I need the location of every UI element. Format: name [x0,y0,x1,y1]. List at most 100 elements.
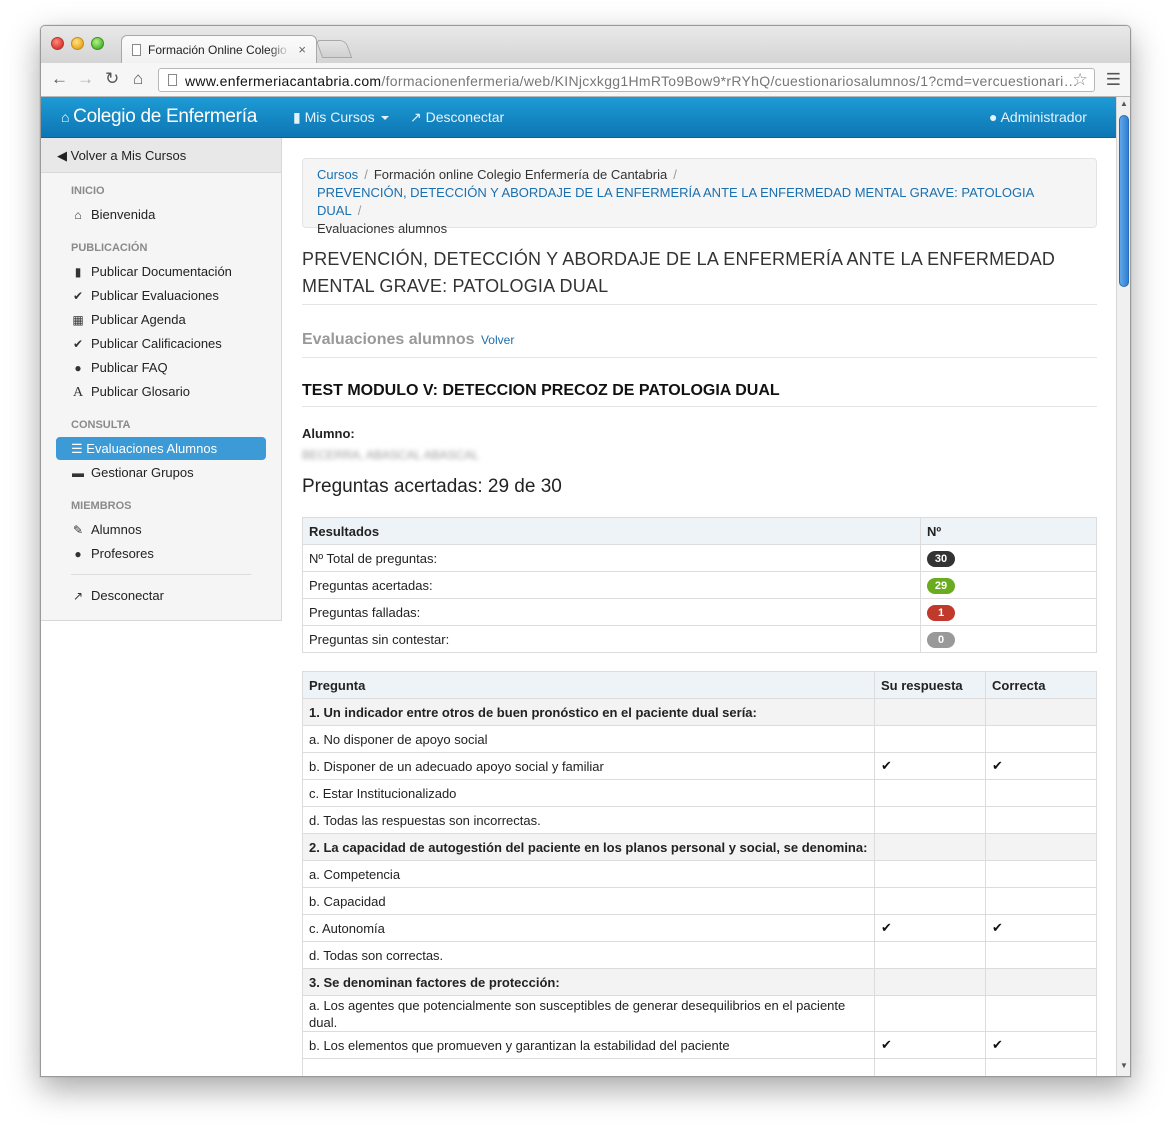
table-header: Resultados Nº [302,517,1097,545]
sidebar-item-alumnos[interactable]: ✎ Alumnos [71,522,142,537]
sidebar-item-profesores[interactable]: ● Profesores [71,546,154,561]
volver-mis-cursos-link[interactable]: ◀ Volver a Mis Cursos [41,138,281,173]
test-title: TEST MODULO V: DETECCION PRECOZ DE PATOL… [302,382,780,399]
scroll-thumb[interactable] [1119,115,1129,287]
breadcrumb-separator: / [364,167,368,182]
alumno-name: BECERRA, ABASCAL ABASCAL [302,448,479,462]
question-row: 3. Se denominan factores de protección: [302,968,1097,996]
vertical-scrollbar[interactable]: ▲ ▼ [1116,97,1130,1076]
count-badge: 29 [927,577,955,594]
question-text: 1. Un indicador entre otros de buen pron… [302,698,875,726]
top-navbar: ⌂ Colegio de Enfermería ▮ Mis Cursos ↗ De… [41,97,1118,138]
correcta-cell [985,725,1097,753]
breadcrumb-separator: / [673,167,677,182]
question-icon: ● [74,361,82,375]
sidebar-item-label: Publicar Calificaciones [91,336,222,351]
result-label: Preguntas falladas: [302,598,921,626]
table-row: Preguntas sin contestar: 0 [302,625,1097,653]
option-row: a. No disponer de apoyo social [302,725,1097,753]
sidebar-item-label: Publicar Documentación [91,264,232,279]
result-label: Nº Total de preguntas: [302,544,921,572]
option-text: b. Los elementos que promueven y garanti… [302,1031,875,1059]
sidebar-item-label: Bienvenida [91,207,156,222]
tab-strip: Formación Online Colegio de Enfermería × [41,26,1130,63]
scroll-down-icon[interactable]: ▼ [1120,1061,1128,1070]
section-publicacion: PUBLICACIÓN [71,242,148,254]
question-row: 1. Un indicador entre otros de buen pron… [302,698,1097,726]
correcta-cell [985,860,1097,888]
briefcase-icon: ▬ [72,466,84,480]
sidebar-item-glosario[interactable]: A Publicar Glosario [71,384,190,401]
header-num: Nº [920,517,1097,545]
mis-cursos-dropdown[interactable]: ▮ Mis Cursos [293,109,389,126]
maximize-window-button[interactable] [91,37,104,50]
home-icon[interactable]: ⌂ [133,69,143,89]
file-icon: ▮ [74,265,82,279]
font-icon: A [72,385,84,400]
divider [302,304,1097,305]
breadcrumb-separator: / [357,203,362,218]
sidebar-item-evaluaciones[interactable]: ✔ Publicar Evaluaciones [71,288,219,303]
option-row: d. Todas son correctas. [302,941,1097,969]
result-value-cell: 30 [920,544,1097,572]
volver-link[interactable]: Volver [481,333,514,347]
sidebar-item-faq[interactable]: ● Publicar FAQ [71,360,167,375]
new-tab-button[interactable] [315,40,353,58]
header-pregunta: Pregunta [302,671,875,699]
option-row: a. Competencia [302,860,1097,888]
sidebar-item-desconectar[interactable]: ↗ Desconectar [71,588,164,603]
sidebar-item-evaluaciones-alumnos[interactable]: ☰ Evaluaciones Alumnos [56,437,266,460]
bookmark-star-icon[interactable]: ☆ [1072,70,1088,90]
brand-link[interactable]: ⌂ Colegio de Enfermería [61,106,257,128]
browser-tab[interactable]: Formación Online Colegio de Enfermería × [121,35,317,63]
correcta-cell [985,806,1097,834]
sidebar-item-agenda[interactable]: ▦ Publicar Agenda [71,312,185,327]
check-icon: ✔ [985,752,1097,780]
calendar-icon: ▦ [72,313,84,327]
result-value-cell: 1 [920,598,1097,626]
reload-icon[interactable]: ↻ [105,69,119,89]
minimize-window-button[interactable] [71,37,84,50]
breadcrumb-formacion: Formación online Colegio Enfermería de C… [373,167,668,182]
back-circle-icon: ◀ [57,148,67,163]
correcta-cell [985,995,1097,1032]
section-title-label: Evaluaciones alumnos [302,331,475,348]
sidebar-item-calificaciones[interactable]: ✔ Publicar Calificaciones [71,336,222,351]
sidebar-item-label: Profesores [91,546,154,561]
questions-table: Pregunta Su respuesta Correcta 1. Un ind… [302,671,1097,1076]
menu-icon[interactable]: ☰ [1106,70,1121,90]
tab-close-icon[interactable]: × [298,42,306,57]
url-path: /formacionenfermeria/web/KINjcxkgg1HmRTo… [381,73,1078,89]
close-window-button[interactable] [51,37,64,50]
forward-arrow-icon[interactable]: → [77,69,94,89]
desconectar-link[interactable]: ↗ Desconectar [410,109,504,126]
sidebar-item-bienvenida[interactable]: ⌂ Bienvenida [71,207,155,222]
sidebar-item-label: Gestionar Grupos [91,465,194,480]
option-row: a. Los agentes que potencialmente son su… [302,995,1097,1032]
option-row: b. Capacidad [302,887,1097,915]
result-label: Preguntas sin contestar: [302,625,921,653]
header-correcta: Correcta [985,671,1097,699]
browser-toolbar: ← → ↻ ⌂ www.enfermeriacantabria.com/form… [41,63,1130,97]
count-badge: 1 [927,604,955,621]
result-value-cell: 29 [920,571,1097,599]
home-icon: ⌂ [74,208,82,222]
back-arrow-icon[interactable]: ← [51,69,68,89]
address-bar[interactable]: www.enfermeriacantabria.com/formacionenf… [158,68,1095,92]
breadcrumb-curso[interactable]: PREVENCIÓN, DETECCIÓN Y ABORDAJE DE LA E… [317,185,1034,218]
su-respuesta-cell [874,887,986,915]
section-miembros: MIEMBROS [71,500,132,512]
su-respuesta-cell [874,941,986,969]
table-row: Preguntas acertadas: 29 [302,571,1097,599]
option-text: c. Estar Institucionalizado [302,779,875,807]
breadcrumb: Cursos / Formación online Colegio Enfermer… [302,158,1097,236]
admin-link[interactable]: ● Administrador [989,109,1087,125]
breadcrumb-cursos[interactable]: Cursos [317,167,358,182]
check-icon: ✔ [72,337,84,351]
desconectar-label: Desconectar [425,109,505,125]
question-row: 2. La capacidad de autogestión del pacie… [302,833,1097,861]
sidebar-item-grupos[interactable]: ▬ Gestionar Grupos [71,465,194,480]
sidebar-item-documentacion[interactable]: ▮ Publicar Documentación [71,264,232,279]
table-header: Pregunta Su respuesta Correcta [302,671,1097,699]
scroll-up-icon[interactable]: ▲ [1120,99,1128,108]
